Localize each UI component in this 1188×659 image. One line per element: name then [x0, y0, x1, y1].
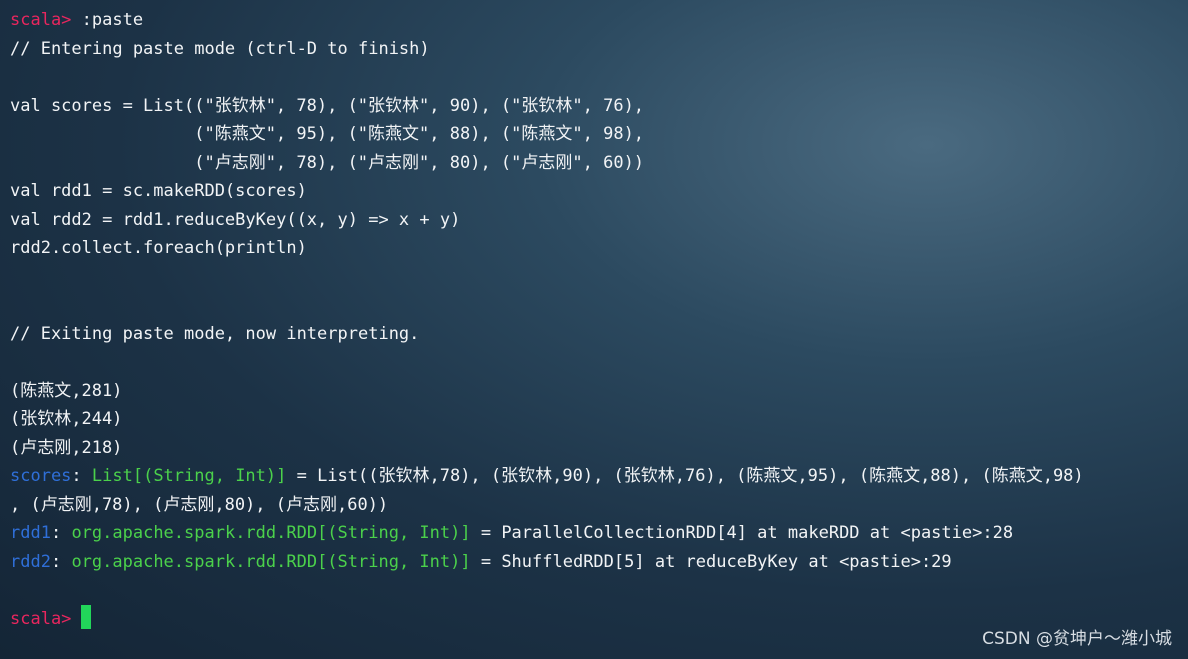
- result-variable-name: scores: [10, 466, 72, 486]
- csdn-watermark: CSDN @贫坤户～潍小城: [982, 629, 1172, 649]
- terminal-output[interactable]: scala> :paste // Entering paste mode (ct…: [10, 6, 1180, 659]
- scala-prompt: scala>: [10, 608, 72, 629]
- result-variable-name: rdd1: [10, 523, 51, 543]
- result-value: = List((张钦林,78), (张钦林,90), (张钦林,76), (陈燕…: [286, 466, 1084, 486]
- terminal-line: // Exiting paste mode, now interpreting.: [10, 323, 420, 344]
- result-type: org.apache.spark.rdd.RDD[(String, Int)]: [71, 551, 471, 572]
- terminal-line: val rdd1 = sc.makeRDD(scores): [10, 181, 307, 201]
- terminal-line: (陈燕文,281): [10, 380, 123, 401]
- terminal-line: rdd2.collect.foreach(println): [10, 238, 307, 258]
- result-type: org.apache.spark.rdd.RDD[(String, Int)]: [71, 523, 471, 543]
- result-separator: :: [50, 523, 72, 543]
- terminal-line: (张钦林,244): [10, 409, 123, 429]
- terminal-line: ("卢志刚", 78), ("卢志刚", 80), ("卢志刚", 60)): [10, 152, 645, 173]
- scala-prompt: scala>: [10, 10, 72, 30]
- terminal-line: // Entering paste mode (ctrl-D to finish…: [10, 38, 430, 59]
- result-value: = ParallelCollectionRDD[4] at makeRDD at…: [470, 523, 1014, 543]
- paste-command: :paste: [71, 10, 144, 30]
- terminal-line-rdd2-result: rdd2: org.apache.spark.rdd.RDD[(String, …: [10, 548, 1180, 577]
- result-separator: :: [50, 551, 72, 572]
- result-type: List[(String, Int)]: [91, 466, 287, 486]
- result-value: = ShuffledRDD[5] at reduceByKey at <past…: [470, 551, 952, 572]
- terminal-line-scores-result: scores: List[(String, Int)] = List((张钦林,…: [10, 462, 1180, 491]
- terminal-line-paste-command: scala> :paste: [10, 6, 1180, 35]
- text-cursor: [81, 604, 92, 629]
- terminal-line: ("陈燕文", 95), ("陈燕文", 88), ("陈燕文", 98),: [10, 124, 645, 144]
- terminal-line: val rdd2 = rdd1.reduceByKey((x, y) => x …: [10, 209, 461, 230]
- result-separator: :: [71, 466, 92, 486]
- terminal-line: val scores = List(("张钦林", 78), ("张钦林", 9…: [10, 95, 645, 116]
- terminal-line: , (卢志刚,78), (卢志刚,80), (卢志刚,60)): [10, 494, 389, 515]
- terminal-line-rdd1-result: rdd1: org.apache.spark.rdd.RDD[(String, …: [10, 519, 1180, 548]
- terminal-line: (卢志刚,218): [10, 437, 123, 458]
- result-variable-name: rdd2: [10, 551, 51, 572]
